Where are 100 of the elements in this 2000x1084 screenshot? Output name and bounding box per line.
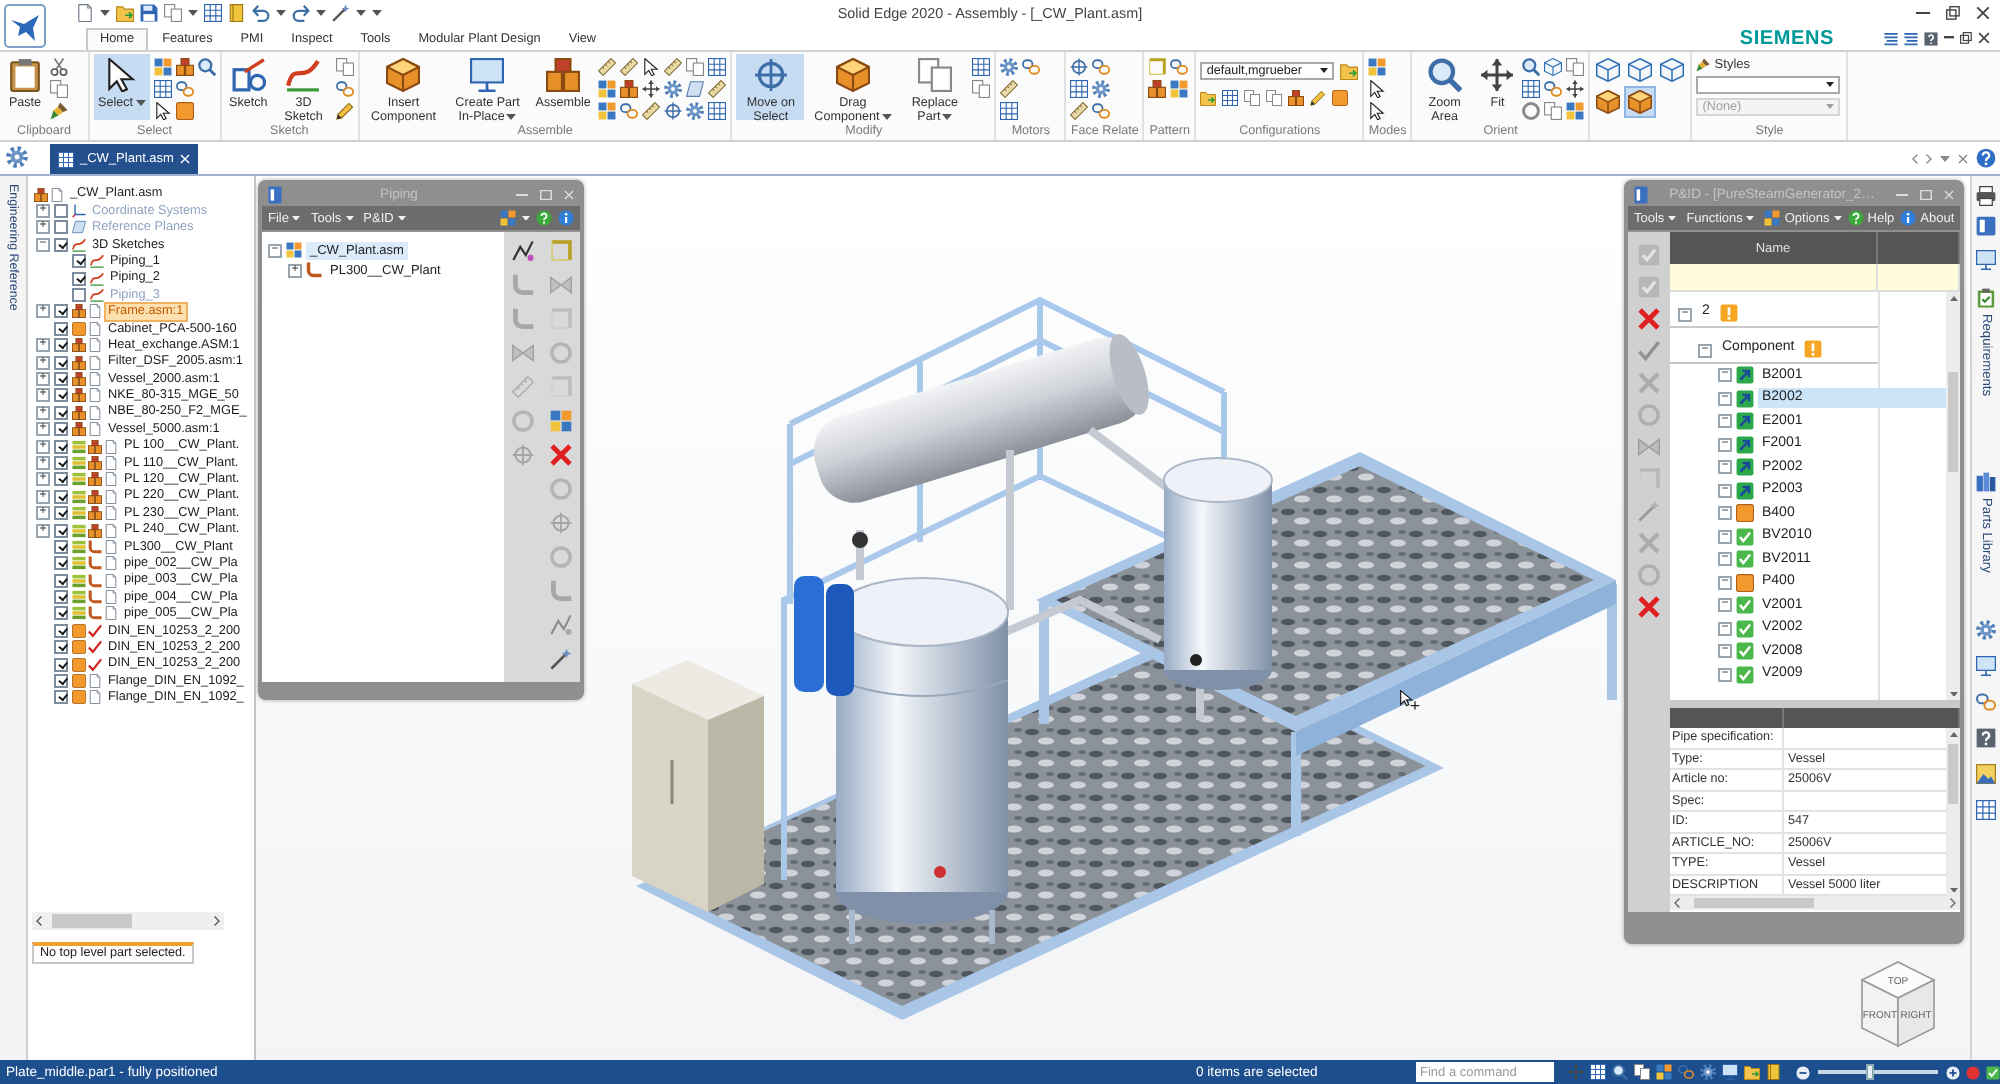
checkbox[interactable] <box>54 640 68 655</box>
checkbox[interactable] <box>54 690 68 705</box>
monitor-icon[interactable] <box>1976 250 1996 270</box>
floppy-icon[interactable] <box>140 4 158 22</box>
view-style-button[interactable] <box>1594 56 1623 84</box>
pages-icon[interactable] <box>1634 1064 1650 1080</box>
checkbox[interactable] <box>54 304 68 319</box>
plus-circle-icon[interactable] <box>1946 1065 1960 1079</box>
checkbox[interactable] <box>54 371 68 386</box>
checkbox[interactable] <box>54 455 68 470</box>
minimize-icon[interactable] <box>1916 11 1930 15</box>
checkbox[interactable] <box>72 254 86 269</box>
x-mark-icon[interactable] <box>1638 596 1660 618</box>
crosshair-icon[interactable] <box>664 102 683 120</box>
folder-icon[interactable] <box>1200 90 1217 106</box>
chain-icon[interactable] <box>1170 58 1189 76</box>
filter-field[interactable] <box>1878 264 1960 292</box>
dot-icon[interactable] <box>1966 1065 1980 1079</box>
caret-icon[interactable] <box>1949 691 1957 696</box>
gear-icon[interactable] <box>6 146 28 168</box>
scrollbar-thumb[interactable] <box>52 914 132 928</box>
wand-icon[interactable] <box>332 4 350 22</box>
tiles-icon[interactable] <box>1656 1064 1672 1080</box>
tiles-icon[interactable] <box>598 102 617 120</box>
minimize-icon[interactable] <box>1944 36 1954 40</box>
checkbox[interactable] <box>54 506 68 521</box>
panel-icon[interactable] <box>1976 216 1996 236</box>
table-icon[interactable] <box>708 58 727 76</box>
chevron-left-icon[interactable] <box>1912 153 1918 163</box>
scrollbar-thumb[interactable] <box>1948 744 1958 804</box>
logo-icon[interactable] <box>4 4 46 48</box>
tiles-icon[interactable] <box>1368 58 1387 76</box>
tile-icon[interactable] <box>1332 90 1349 106</box>
scissors-icon[interactable] <box>50 58 68 76</box>
close-icon[interactable] <box>1978 32 1990 44</box>
wand-icon[interactable] <box>550 648 572 670</box>
pages-icon[interactable] <box>164 4 182 22</box>
scrollbar-thumb[interactable] <box>1694 898 1814 908</box>
help-icon[interactable] <box>536 210 552 226</box>
polyline-icon[interactable] <box>512 240 534 262</box>
tile-icon[interactable] <box>175 102 194 120</box>
chevron-left-icon[interactable] <box>1674 898 1680 908</box>
chevron-right-icon[interactable] <box>1950 898 1956 908</box>
tiles-icon[interactable] <box>500 210 516 226</box>
chain-icon[interactable] <box>1544 80 1563 98</box>
list-icon[interactable] <box>1904 31 1918 45</box>
table-icon[interactable] <box>1000 102 1019 120</box>
table-icon[interactable] <box>204 4 222 22</box>
tiles-icon[interactable] <box>1170 80 1189 98</box>
scrollbar-thumb[interactable] <box>1948 372 1958 472</box>
ruler-icon[interactable] <box>598 58 617 76</box>
checkbox[interactable] <box>54 539 68 554</box>
move-arrows-icon[interactable] <box>1566 80 1585 98</box>
ruler-icon[interactable] <box>620 58 639 76</box>
x-mark-icon[interactable] <box>550 444 572 466</box>
check-tile-icon[interactable] <box>1638 276 1660 298</box>
chain-icon[interactable] <box>1092 58 1111 76</box>
folder-icon[interactable] <box>1340 62 1359 80</box>
checkbox[interactable] <box>54 606 68 621</box>
monitor-icon[interactable] <box>1976 656 1996 677</box>
chevron-left-icon[interactable] <box>36 916 42 926</box>
filter-field[interactable] <box>1670 264 1878 292</box>
crosshair-icon[interactable] <box>1070 58 1089 76</box>
table-icon[interactable] <box>708 102 727 120</box>
checkbox[interactable] <box>54 439 68 454</box>
paintbrush-icon[interactable] <box>50 102 68 120</box>
table-icon[interactable] <box>1070 80 1089 98</box>
monitor-icon[interactable] <box>1722 1064 1738 1080</box>
pages-icon[interactable] <box>972 80 991 98</box>
pencil-icon[interactable] <box>1310 90 1327 106</box>
checkbox[interactable] <box>54 338 68 353</box>
blocks-icon[interactable] <box>175 58 194 76</box>
checkbox[interactable] <box>54 388 68 403</box>
magnifier-icon[interactable] <box>1522 58 1541 76</box>
caret-icon[interactable] <box>188 10 198 16</box>
table-icon[interactable] <box>1976 800 1996 821</box>
chain-icon[interactable] <box>1022 58 1041 76</box>
gear-icon[interactable] <box>1000 58 1019 76</box>
tiles-icon[interactable] <box>598 80 617 98</box>
checkbox[interactable] <box>54 237 68 252</box>
check-tile-icon[interactable] <box>1638 244 1660 266</box>
caret-icon[interactable] <box>522 215 530 221</box>
move-arrows-icon[interactable] <box>642 80 661 98</box>
ruler-icon[interactable] <box>642 102 661 120</box>
x-mark-icon[interactable] <box>1638 308 1660 330</box>
folder-icon[interactable] <box>1744 1064 1760 1080</box>
tiles-icon[interactable] <box>550 410 572 432</box>
scrollbar[interactable] <box>1670 896 1960 910</box>
table-icon[interactable] <box>153 80 172 98</box>
checkbox[interactable] <box>54 657 68 672</box>
view-style-button[interactable] <box>1594 88 1623 116</box>
info-icon[interactable] <box>558 210 574 226</box>
tiles-icon[interactable] <box>1566 102 1585 120</box>
checkbox[interactable] <box>54 489 68 504</box>
view-style-button[interactable] <box>1626 88 1655 116</box>
checkbox[interactable] <box>54 674 68 689</box>
ring-icon[interactable] <box>1522 102 1541 120</box>
chain-icon[interactable] <box>175 80 194 98</box>
checkbox[interactable] <box>54 321 68 336</box>
folder-icon[interactable] <box>116 4 134 22</box>
